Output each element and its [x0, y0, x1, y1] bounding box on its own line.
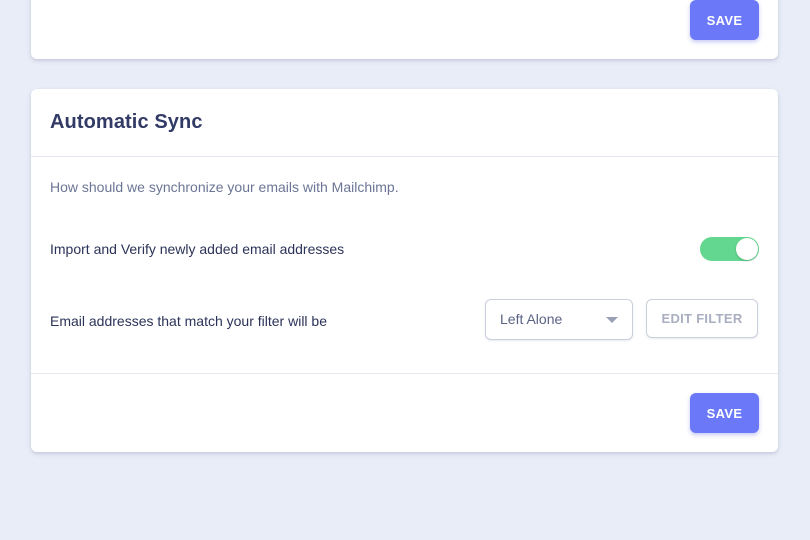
card-title: Automatic Sync	[50, 111, 203, 133]
filter-action-label: Email addresses that match your filter w…	[50, 313, 327, 329]
caret-down-icon	[606, 317, 618, 323]
footer-divider	[31, 373, 778, 374]
edit-filter-button[interactable]: EDIT FILTER	[646, 299, 758, 338]
previous-settings-card: SAVE	[31, 0, 778, 59]
filter-action-select[interactable]: Left Alone	[485, 299, 633, 340]
automatic-sync-card: Automatic Sync How should we synchronize…	[31, 89, 778, 452]
import-verify-toggle[interactable]	[700, 237, 759, 261]
filter-action-select-value: Left Alone	[500, 311, 563, 327]
save-button-top[interactable]: SAVE	[690, 0, 759, 40]
sync-description: How should we synchronize your emails wi…	[50, 179, 399, 195]
toggle-knob	[736, 238, 758, 260]
import-verify-label: Import and Verify newly added email addr…	[50, 241, 345, 257]
save-button[interactable]: SAVE	[690, 393, 759, 433]
card-header: Automatic Sync	[31, 89, 778, 157]
